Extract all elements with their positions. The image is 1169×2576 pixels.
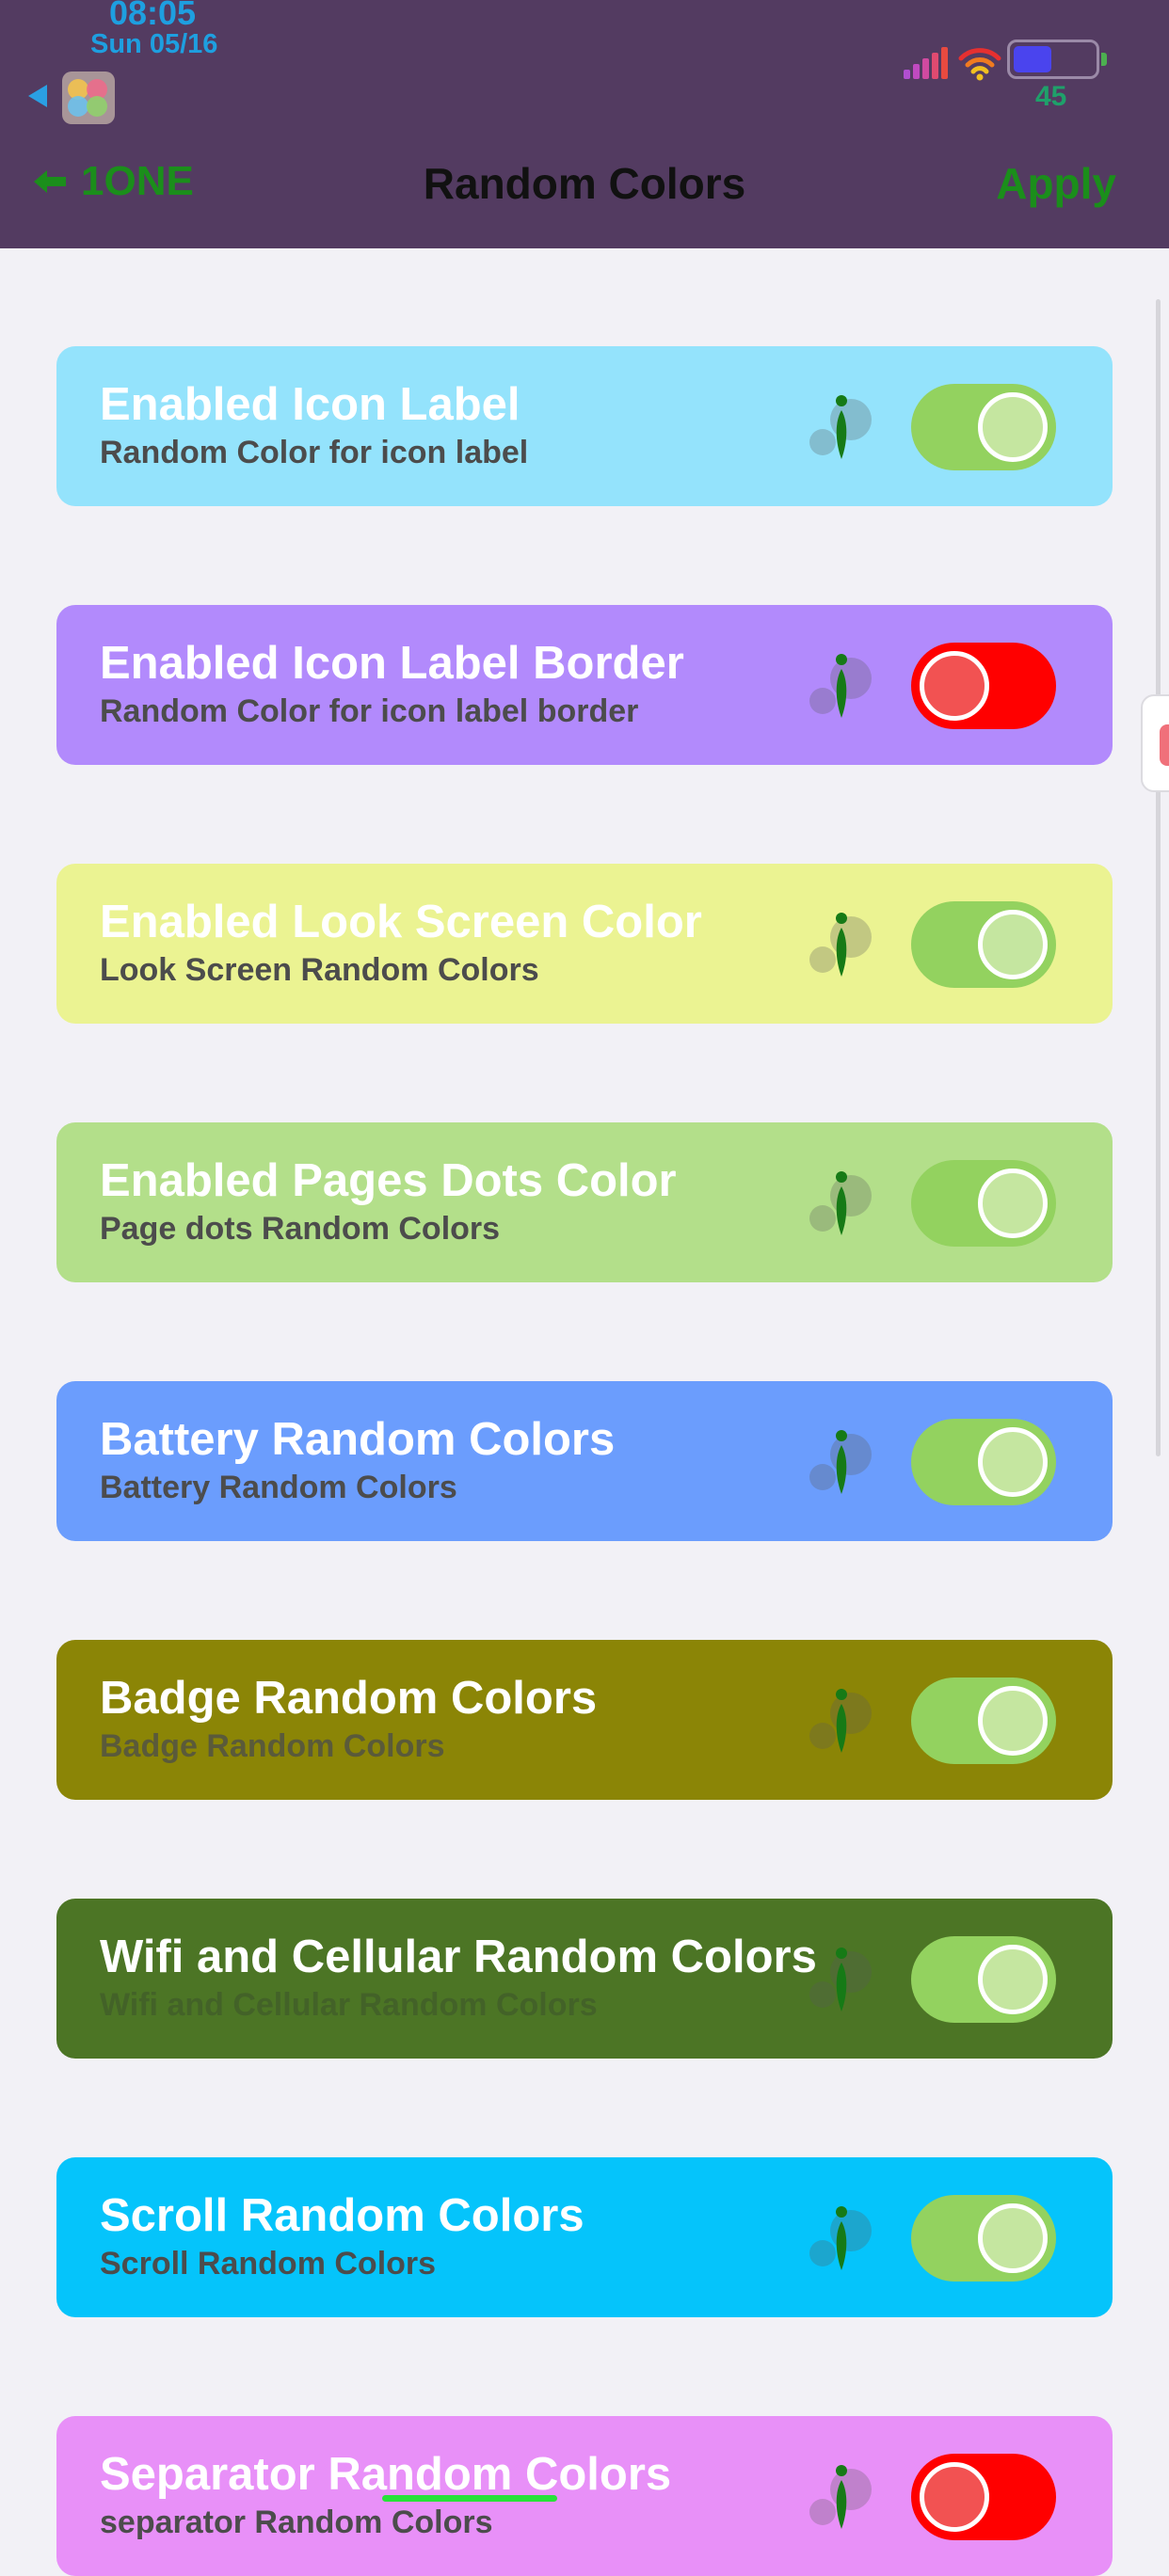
setting-toggle[interactable] (911, 2195, 1056, 2282)
setting-title: Enabled Pages Dots Color (100, 1155, 677, 1206)
setting-subtitle: separator Random Colors (100, 2504, 493, 2540)
setting-subtitle: Battery Random Colors (100, 1470, 457, 1505)
leaf-logo-icon (809, 1430, 872, 1494)
toggle-knob (978, 910, 1048, 979)
page-title: Random Colors (423, 159, 746, 208)
toggle-knob (978, 1945, 1048, 2014)
toggle-knob (920, 2462, 989, 2532)
leaf-logo-icon (809, 654, 872, 718)
apply-button[interactable]: Apply (996, 158, 1116, 209)
setting-toggle[interactable] (911, 1678, 1056, 1764)
toggle-knob (978, 1686, 1048, 1756)
setting-title: Enabled Icon Label (100, 379, 520, 430)
setting-subtitle: Random Color for icon label border (100, 693, 639, 729)
setting-title: Wifi and Cellular Random Colors (100, 1932, 817, 1982)
setting-row[interactable]: Enabled Icon Label Border Random Color fo… (56, 605, 1113, 765)
status-time: 08:05 (109, 0, 197, 32)
toggle-knob (978, 1427, 1048, 1497)
leaf-logo-icon (809, 395, 872, 459)
setting-toggle[interactable] (911, 1936, 1056, 2023)
side-drawer-tab[interactable] (1141, 694, 1169, 792)
battery-level: 45 (1035, 81, 1067, 112)
wifi-icon (958, 48, 1001, 81)
setting-title: Separator Random Colors (100, 2449, 672, 2500)
photos-app-icon[interactable] (62, 72, 115, 124)
leaf-logo-icon (809, 2465, 872, 2529)
leaf-logo-icon (809, 1689, 872, 1753)
setting-row[interactable]: Scroll Random Colors Scroll Random Colors (56, 2157, 1113, 2317)
setting-title: Enabled Icon Label Border (100, 638, 684, 689)
setting-subtitle: Look Screen Random Colors (100, 952, 539, 988)
back-triangle-icon[interactable] (28, 85, 47, 107)
setting-toggle[interactable] (911, 2454, 1056, 2540)
setting-subtitle: Page dots Random Colors (100, 1211, 501, 1247)
leaf-logo-icon (809, 2206, 872, 2270)
setting-subtitle: Badge Random Colors (100, 1728, 445, 1764)
toggle-knob (920, 651, 989, 721)
setting-toggle[interactable] (911, 643, 1056, 729)
setting-subtitle: Random Color for icon label (100, 435, 529, 470)
scroll-indicator[interactable] (1156, 299, 1161, 1456)
setting-row[interactable]: Enabled Icon Label Random Color for icon … (56, 346, 1113, 506)
setting-subtitle: Wifi and Cellular Random Colors (100, 1987, 598, 2023)
battery-icon (1007, 40, 1099, 79)
setting-row[interactable]: Badge Random Colors Badge Random Colors (56, 1640, 1113, 1800)
setting-row[interactable]: Battery Random Colors Battery Random Colo… (56, 1381, 1113, 1541)
setting-toggle[interactable] (911, 384, 1056, 470)
leaf-logo-icon (809, 1948, 872, 2012)
setting-toggle[interactable] (911, 901, 1056, 988)
toggle-knob (978, 2203, 1048, 2273)
setting-subtitle: Scroll Random Colors (100, 2246, 437, 2282)
leaf-logo-icon (809, 1171, 872, 1235)
cellular-signal-icon (904, 47, 958, 79)
setting-row[interactable]: Enabled Pages Dots Color Page dots Random… (56, 1122, 1113, 1282)
setting-title: Enabled Look Screen Color (100, 897, 702, 947)
battery-fill (1014, 46, 1051, 72)
text-selection-underline (382, 2495, 557, 2502)
setting-title: Battery Random Colors (100, 1414, 616, 1465)
leaf-logo-icon (809, 913, 872, 977)
setting-row[interactable]: Enabled Look Screen Color Look Screen Ran… (56, 864, 1113, 1024)
setting-toggle[interactable] (911, 1419, 1056, 1505)
setting-title: Badge Random Colors (100, 1673, 598, 1724)
header-bar: 08:05 Sun 05/16 45 1ONE Random Colors Ap… (0, 0, 1169, 248)
setting-toggle[interactable] (911, 1160, 1056, 1247)
toggle-knob (978, 392, 1048, 462)
setting-title: Scroll Random Colors (100, 2190, 584, 2241)
status-date: Sun 05/16 (90, 29, 218, 59)
setting-row[interactable]: Separator Random Colors separator Random … (56, 2416, 1113, 2576)
battery-nub (1101, 53, 1107, 66)
toggle-knob (978, 1169, 1048, 1238)
setting-row[interactable]: Wifi and Cellular Random Colors Wifi and … (56, 1899, 1113, 2059)
